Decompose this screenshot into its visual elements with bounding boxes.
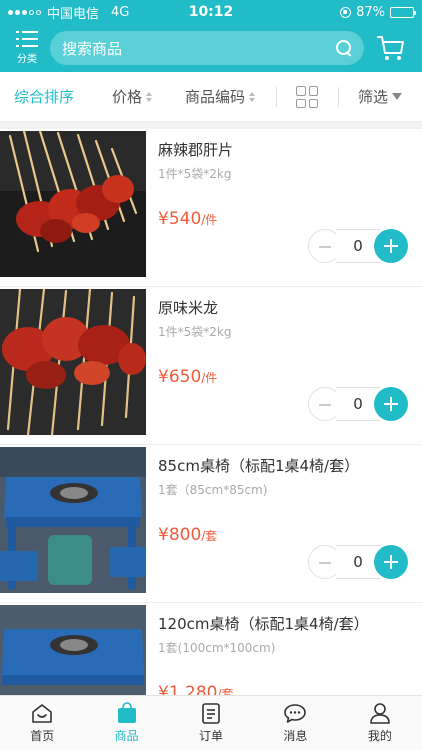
tab-home[interactable]: 首页 (0, 696, 84, 750)
product-price: ¥800/套 (158, 525, 217, 545)
battery-icon (390, 6, 416, 18)
sort-comprehensive[interactable]: 综合排序 (14, 86, 74, 107)
rotation-lock-icon (340, 6, 352, 18)
filter-label: 筛选 (358, 88, 389, 106)
product-item[interactable]: 120cm桌椅（标配1桌4椅/套） 1套(100cm*100cm) ¥1,280… (0, 603, 422, 695)
status-bar: 中国电信 4G 10:12 87% (0, 0, 422, 24)
price-unit: /套 (201, 529, 218, 543)
shopping-bag-icon (117, 702, 136, 723)
product-item[interactable]: 原味米龙 1件*5袋*2kg ¥650/件 0 (0, 287, 422, 445)
chat-bubble-icon (284, 704, 307, 723)
signal-icon (8, 9, 41, 15)
category-label: 分类 (17, 54, 37, 65)
product-image (0, 447, 146, 593)
product-item[interactable]: 85cm桌椅（标配1桌4椅/套） 1套（85cm*85cm) ¥800/套 0 (0, 445, 422, 603)
carrier-label: 中国电信 (47, 6, 100, 22)
home-icon (32, 704, 53, 723)
price-value: ¥1,280 (158, 683, 218, 695)
tab-profile-label: 我的 (367, 729, 392, 743)
product-spec: 1套(100cm*100cm) (158, 641, 276, 655)
cart-button[interactable] (376, 33, 406, 63)
quantity-stepper: 0 (308, 387, 408, 421)
cart-icon (377, 36, 404, 60)
sort-price-label: 价格 (112, 88, 143, 106)
product-item[interactable]: 麻辣郡肝片 1件*5袋*2kg ¥540/件 0 (0, 129, 422, 287)
search-placeholder: 搜索商品 (62, 39, 123, 58)
increase-button[interactable] (374, 387, 408, 421)
sort-bar: 综合排序 价格 商品编码 筛选 (0, 72, 422, 122)
price-unit: /套 (217, 687, 234, 695)
product-list: 麻辣郡肝片 1件*5袋*2kg ¥540/件 0 原味米龙 1件*5袋*2kg … (0, 129, 422, 695)
product-image (0, 605, 146, 695)
product-name: 85cm桌椅（标配1桌4椅/套） (158, 457, 360, 475)
product-price: ¥1,280/套 (158, 683, 234, 695)
sort-arrows-icon (249, 91, 256, 102)
category-button[interactable]: 分类 (8, 28, 46, 68)
tab-bar: 首页 商品 订单 消息 我的 (0, 695, 422, 750)
tab-profile[interactable]: 我的 (338, 696, 422, 750)
grid-view-icon[interactable] (296, 86, 318, 108)
increase-button[interactable] (374, 229, 408, 263)
divider (338, 87, 339, 107)
tab-orders-label: 订单 (199, 729, 224, 743)
tab-messages[interactable]: 消息 (253, 696, 337, 750)
quantity-stepper: 0 (308, 545, 408, 579)
category-icon (16, 31, 38, 47)
tab-orders[interactable]: 订单 (169, 696, 253, 750)
product-spec: 1件*5袋*2kg (158, 167, 232, 181)
price-value: ¥540 (158, 209, 202, 229)
sort-price[interactable]: 价格 (112, 86, 153, 107)
product-spec: 1件*5袋*2kg (158, 325, 232, 339)
product-image (0, 131, 146, 277)
sort-code[interactable]: 商品编码 (185, 86, 256, 107)
app-header: 分类 搜索商品 (0, 24, 422, 72)
sort-comprehensive-label: 综合排序 (14, 88, 75, 106)
tab-messages-label: 消息 (283, 729, 308, 743)
order-list-icon (202, 703, 220, 724)
product-name: 120cm桌椅（标配1桌4椅/套） (158, 615, 369, 633)
price-unit: /件 (201, 213, 218, 227)
search-input[interactable]: 搜索商品 (50, 31, 364, 65)
tab-products-label: 商品 (114, 729, 139, 743)
sort-code-label: 商品编码 (185, 88, 246, 106)
product-price: ¥650/件 (158, 367, 217, 387)
tab-products[interactable]: 商品 (84, 696, 168, 750)
battery-percent: 87% (356, 4, 385, 20)
increase-button[interactable] (374, 545, 408, 579)
network-label: 4G (111, 4, 130, 20)
filter-button[interactable]: 筛选 (358, 86, 403, 107)
product-image (0, 289, 146, 435)
quantity-stepper: 0 (308, 229, 408, 263)
price-value: ¥800 (158, 525, 202, 545)
user-icon (370, 703, 390, 724)
tab-home-label: 首页 (30, 729, 55, 743)
search-icon[interactable] (336, 40, 352, 56)
product-price: ¥540/件 (158, 209, 217, 229)
sort-arrows-icon (146, 91, 153, 102)
divider (276, 87, 277, 107)
price-value: ¥650 (158, 367, 202, 387)
product-name: 麻辣郡肝片 (158, 141, 234, 159)
filter-icon (392, 93, 403, 100)
price-unit: /件 (201, 371, 218, 385)
product-name: 原味米龙 (158, 299, 219, 317)
product-spec: 1套（85cm*85cm) (158, 483, 268, 497)
